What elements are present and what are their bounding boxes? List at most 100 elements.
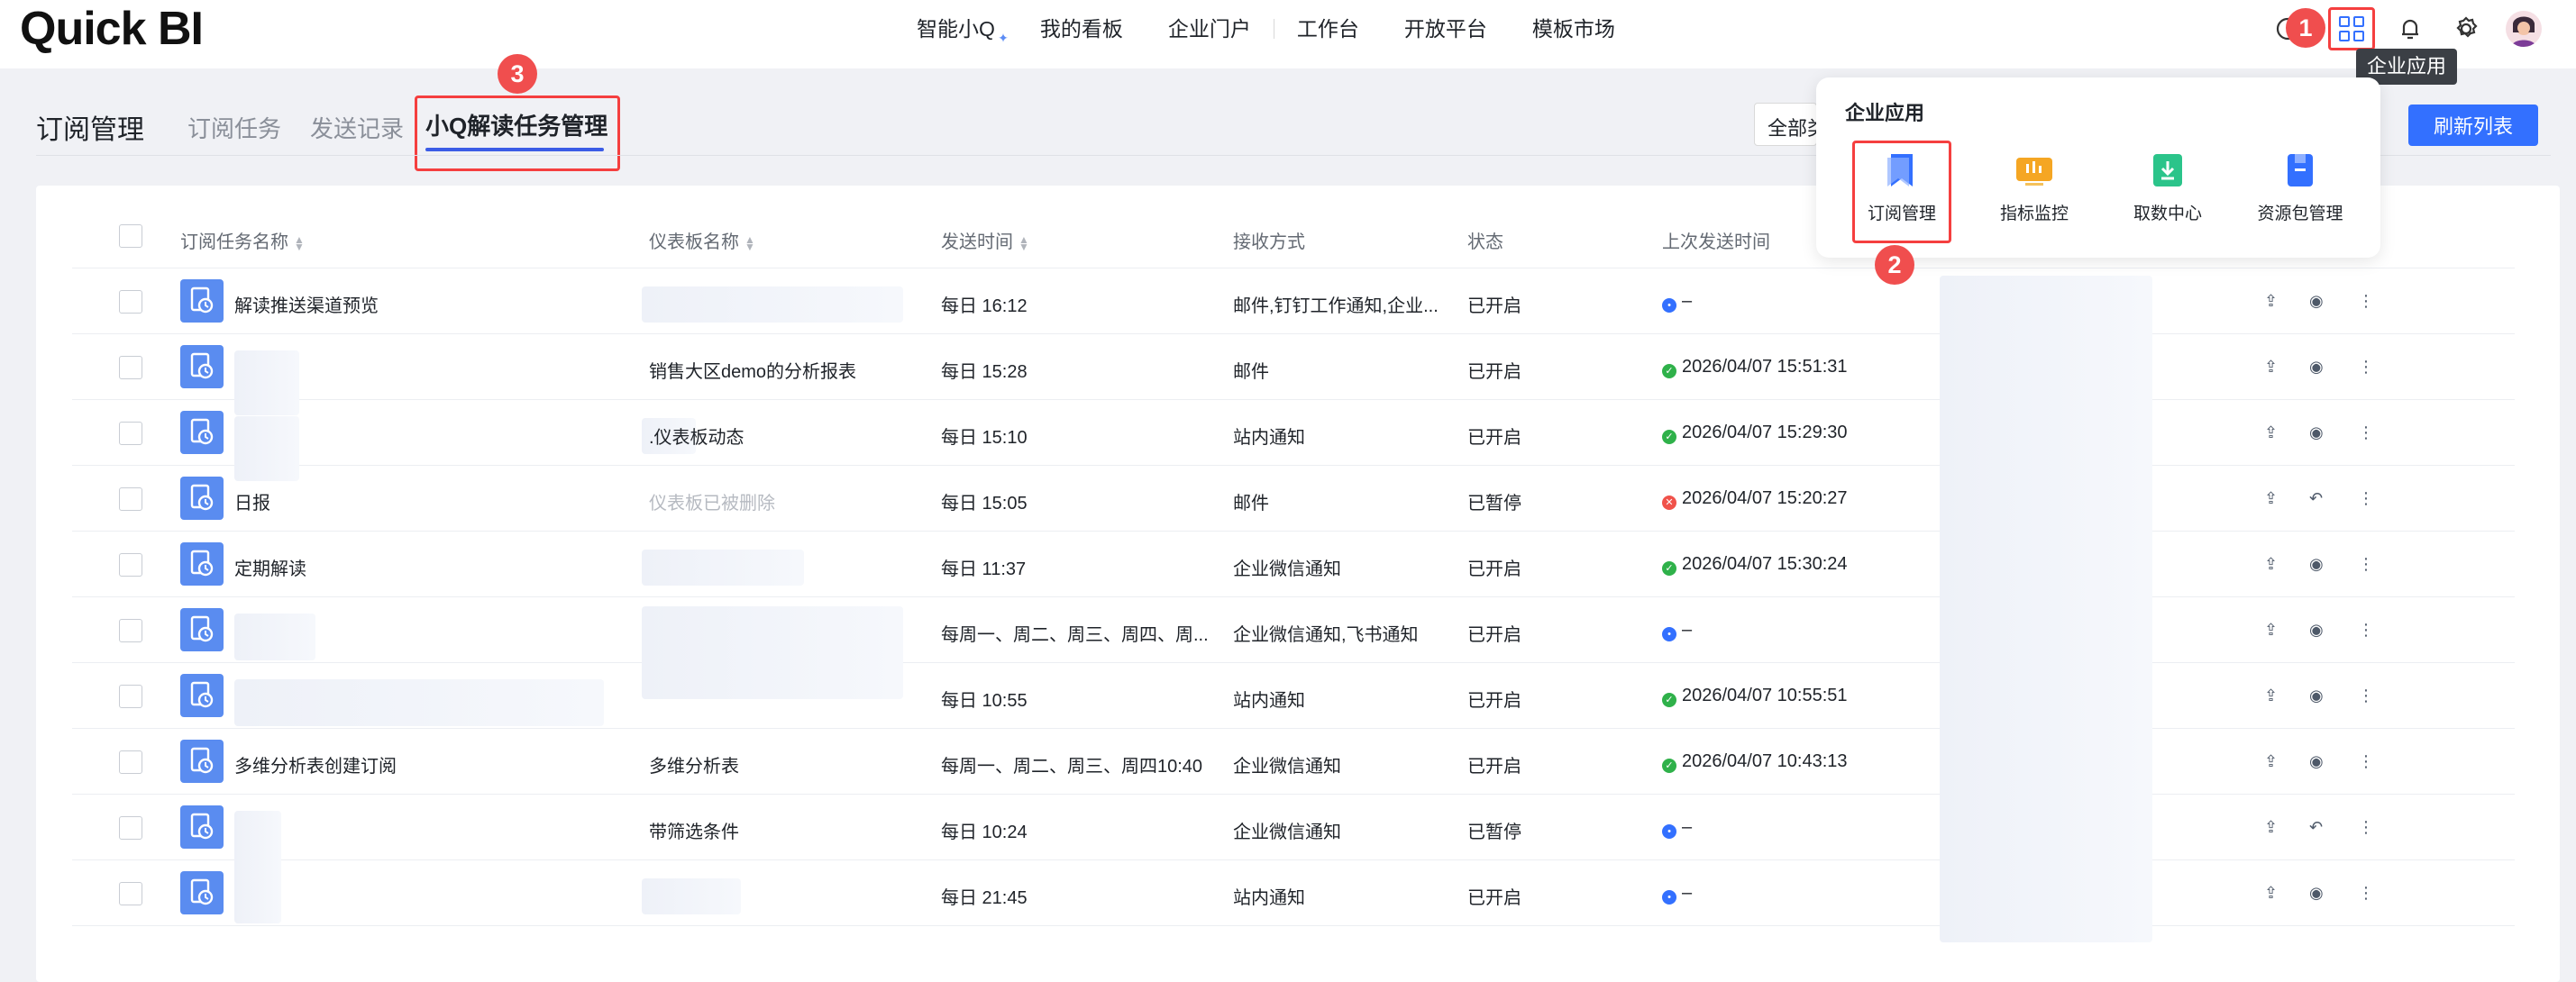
share-icon[interactable]: ⇪ — [2264, 423, 2278, 442]
send-time: 每周一、周二、周三、周四10:40 — [941, 757, 1203, 777]
redacted-dashboard — [642, 286, 903, 323]
more-menu-icon[interactable]: ⋮ — [2358, 489, 2374, 508]
pause-icon[interactable]: ◉ — [2309, 621, 2324, 640]
row-checkbox[interactable] — [119, 882, 142, 905]
nav-item-xiaoq[interactable]: 智能小Q ✦ — [894, 0, 1018, 58]
task-status: 已开启 — [1467, 362, 1521, 382]
task-name[interactable]: 定期解读 — [234, 554, 306, 580]
col-header-status: 状态 — [1467, 232, 1503, 252]
nav-item-portal[interactable]: 企业门户 — [1146, 0, 1274, 58]
share-icon[interactable]: ⇪ — [2264, 292, 2278, 311]
dashboard-name[interactable]: .仪表板动态 — [649, 423, 744, 449]
last-send-time: ✓ 2026/04/07 10:55:51 — [1662, 686, 1848, 707]
share-icon[interactable]: ⇪ — [2264, 818, 2278, 837]
resume-icon[interactable]: ↶ — [2309, 818, 2323, 837]
task-table: 订阅任务名称 ▲ ▼ 仪表板名称 ▲ ▼ 发送时间 ▲ ▼ 接收方式 状态 上次发送时间 解… — [36, 186, 2560, 982]
package-icon — [2279, 150, 2321, 191]
row-checkbox[interactable] — [119, 553, 142, 577]
col-header-dashboard[interactable]: 仪表板名称 ▲ ▼ — [649, 227, 755, 253]
task-name[interactable]: 多维分析表创建订阅 — [234, 751, 397, 777]
last-send-time: ✕ 2026/04/07 15:20:27 — [1662, 488, 1848, 510]
resume-icon[interactable]: ↶ — [2309, 489, 2323, 508]
row-checkbox[interactable] — [119, 356, 142, 379]
share-icon[interactable]: ⇪ — [2264, 686, 2278, 705]
dashboard-name[interactable]: 销售大区demo的分析报表 — [649, 357, 856, 383]
bell-icon[interactable] — [2394, 13, 2426, 45]
more-menu-icon[interactable]: ⋮ — [2358, 884, 2374, 903]
col-header-task-name[interactable]: 订阅任务名称 ▲ ▼ — [180, 227, 305, 253]
share-icon[interactable]: ⇪ — [2264, 489, 2278, 508]
more-menu-icon[interactable]: ⋮ — [2358, 752, 2374, 771]
sort-icon: ▲ ▼ — [294, 232, 305, 253]
subscription-file-icon — [180, 477, 224, 520]
gear-icon[interactable] — [2450, 13, 2482, 45]
receive-method: 站内通知 — [1233, 428, 1305, 448]
receive-method: 企业微信通知 — [1233, 559, 1341, 579]
task-status: 已暂停 — [1467, 494, 1521, 514]
send-time: 每周一、周二、周三、周四、周... — [941, 625, 1209, 645]
refresh-list-button[interactable]: 刷新列表 — [2408, 105, 2538, 146]
dashboard-name[interactable]: 多维分析表 — [649, 751, 739, 777]
send-time: 每日 10:55 — [941, 691, 1028, 711]
tab-xiaoq-interpret-tasks[interactable]: 小Q解读任务管理 — [425, 108, 607, 141]
pause-icon[interactable]: ◉ — [2309, 555, 2324, 574]
app-data-center[interactable]: 取数中心 — [2114, 150, 2222, 224]
share-icon[interactable]: ⇪ — [2264, 621, 2278, 640]
share-icon[interactable]: ⇪ — [2264, 752, 2278, 771]
redacted-column — [1940, 276, 2152, 942]
more-menu-icon[interactable]: ⋮ — [2358, 621, 2374, 640]
more-menu-icon[interactable]: ⋮ — [2358, 686, 2374, 705]
nav-item-workbench[interactable]: 工作台 — [1274, 0, 1382, 58]
last-send-time: ✓ 2026/04/07 15:30:24 — [1662, 554, 1848, 576]
top-bar: Quick BI 智能小Q ✦ 我的看板 企业门户 工作台 开放平台 模板市场 — [0, 0, 2576, 68]
app-subscription-management[interactable]: 订阅管理 — [1848, 150, 1956, 224]
type-filter-select[interactable]: 全部类型 — [1754, 103, 1817, 146]
send-time: 每日 15:28 — [941, 362, 1028, 382]
app-resource-package[interactable]: 资源包管理 — [2246, 150, 2354, 224]
task-name[interactable]: 解读推送渠道预览 — [234, 291, 379, 317]
row-checkbox[interactable] — [119, 685, 142, 708]
nav-item-template-market[interactable]: 模板市场 — [1510, 0, 1638, 58]
row-checkbox[interactable] — [119, 290, 142, 314]
enterprise-apps-button[interactable] — [2328, 7, 2375, 50]
select-all-checkbox[interactable] — [119, 224, 142, 248]
dashboard-name[interactable]: 仪表板已被删除 — [649, 488, 775, 514]
pause-icon[interactable]: ◉ — [2309, 358, 2324, 377]
app-metric-monitor[interactable]: 指标监控 — [1980, 150, 2088, 224]
download-icon — [2147, 150, 2188, 191]
row-checkbox[interactable] — [119, 422, 142, 445]
more-menu-icon[interactable]: ⋮ — [2358, 555, 2374, 574]
share-icon[interactable]: ⇪ — [2264, 884, 2278, 903]
receive-method: 邮件,钉钉工作通知,企业... — [1233, 296, 1439, 316]
pause-icon[interactable]: ◉ — [2309, 292, 2324, 311]
more-menu-icon[interactable]: ⋮ — [2358, 423, 2374, 442]
subscription-file-icon — [180, 542, 224, 586]
row-checkbox[interactable] — [119, 816, 142, 840]
user-avatar[interactable] — [2506, 11, 2542, 47]
pause-icon[interactable]: ◉ — [2309, 423, 2324, 442]
pause-icon[interactable]: ◉ — [2309, 884, 2324, 903]
more-menu-icon[interactable]: ⋮ — [2358, 292, 2374, 311]
nav-item-my-dashboards[interactable]: 我的看板 — [1018, 0, 1146, 58]
more-menu-icon[interactable]: ⋮ — [2358, 818, 2374, 837]
pause-icon[interactable]: ◉ — [2309, 686, 2324, 705]
more-menu-icon[interactable]: ⋮ — [2358, 358, 2374, 377]
row-checkbox[interactable] — [119, 487, 142, 511]
tab-send-records[interactable]: 发送记录 — [310, 111, 404, 144]
subscription-file-icon — [180, 279, 224, 323]
col-header-send-time[interactable]: 发送时间 ▲ ▼ — [941, 227, 1029, 253]
share-icon[interactable]: ⇪ — [2264, 555, 2278, 574]
row-checkbox[interactable] — [119, 619, 142, 642]
sort-icon: ▲ ▼ — [1019, 232, 1029, 253]
sparkle-icon: ✦ — [998, 31, 1009, 45]
nav-item-open-platform[interactable]: 开放平台 — [1382, 0, 1510, 58]
task-status: 已开启 — [1467, 691, 1521, 711]
tab-subscription-tasks[interactable]: 订阅任务 — [187, 111, 281, 144]
dashboard-name[interactable]: 带筛选条件 — [649, 817, 739, 843]
quick-bi-logo[interactable]: Quick BI — [20, 2, 204, 56]
task-name[interactable]: 日报 — [234, 488, 270, 514]
row-checkbox[interactable] — [119, 750, 142, 774]
redacted-dashboard — [642, 645, 903, 699]
share-icon[interactable]: ⇪ — [2264, 358, 2278, 377]
pause-icon[interactable]: ◉ — [2309, 752, 2324, 771]
